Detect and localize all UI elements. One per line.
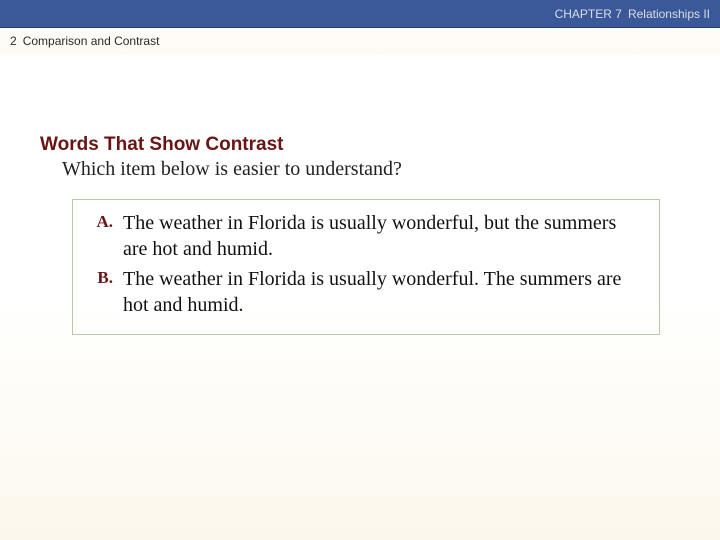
option-text-a: The weather in Florida is usually wonder… [123, 210, 645, 262]
section-number: 2 [10, 34, 17, 48]
section-sub-bar: 2 Comparison and Contrast [0, 28, 720, 54]
content-question: Which item below is easier to understand… [62, 158, 680, 181]
chapter-header-bar: CHAPTER 7 Relationships II [0, 0, 720, 28]
chapter-number: CHAPTER 7 [555, 7, 622, 21]
section-topic: Comparison and Contrast [23, 34, 160, 48]
chapter-title: Relationships II [628, 7, 710, 21]
option-row: B. The weather in Florida is usually won… [87, 266, 645, 318]
option-label-b: B. [87, 266, 123, 288]
option-text-b: The weather in Florida is usually wonder… [123, 266, 645, 318]
slide-content: Words That Show Contrast Which item belo… [0, 54, 720, 540]
option-label-a: A. [87, 210, 123, 232]
content-heading: Words That Show Contrast [40, 134, 680, 156]
option-row: A. The weather in Florida is usually won… [87, 210, 645, 262]
options-box: A. The weather in Florida is usually won… [72, 199, 660, 335]
